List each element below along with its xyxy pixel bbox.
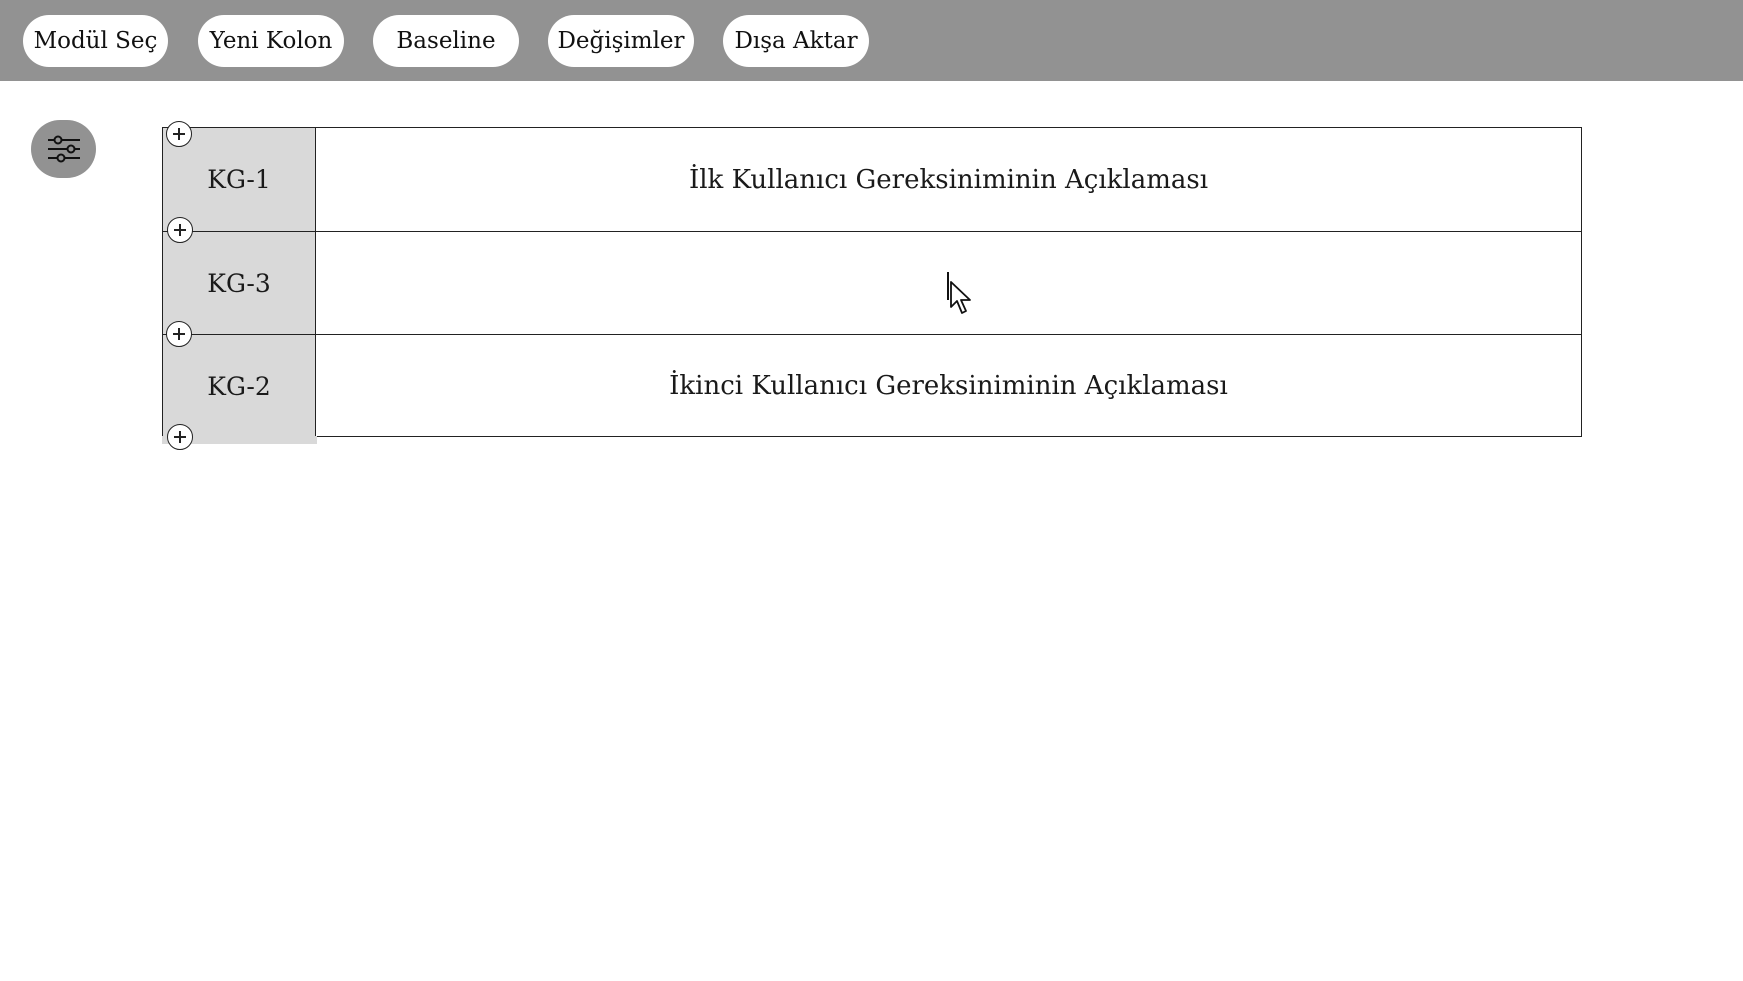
plus-circle-icon <box>173 128 185 140</box>
add-row-button[interactable] <box>166 121 192 147</box>
requirement-id-cell[interactable]: KG-2 <box>163 335 316 437</box>
settings-button[interactable] <box>31 120 96 178</box>
table-row: KG-1 İlk Kullanıcı Gereksiniminin Açıkla… <box>163 128 1581 231</box>
add-row-button[interactable] <box>166 321 192 347</box>
requirement-description-cell[interactable]: İkinci Kullanıcı Gereksiniminin Açıklama… <box>316 335 1581 437</box>
table-row: KG-2 İkinci Kullanıcı Gereksiniminin Açı… <box>163 334 1581 437</box>
toolbar: Modül Seç Yeni Kolon Baseline Değişimler… <box>0 0 1743 81</box>
mouse-pointer-icon <box>950 281 971 314</box>
add-row-button[interactable] <box>167 424 193 450</box>
requirement-description-cell[interactable]: İlk Kullanıcı Gereksiniminin Açıklaması <box>316 128 1581 231</box>
export-button[interactable]: Dışa Aktar <box>723 15 869 67</box>
plus-circle-icon <box>173 328 185 340</box>
requirements-table: KG-1 İlk Kullanıcı Gereksiniminin Açıkla… <box>162 127 1582 437</box>
baseline-button[interactable]: Baseline <box>373 15 519 67</box>
plus-circle-icon <box>174 224 186 236</box>
table-row: KG-3 <box>163 231 1581 334</box>
requirement-id-cell[interactable]: KG-3 <box>163 232 316 334</box>
changes-button[interactable]: Değişimler <box>548 15 694 67</box>
plus-circle-icon <box>174 431 186 443</box>
add-row-button[interactable] <box>167 217 193 243</box>
select-module-button[interactable]: Modül Seç <box>23 15 168 67</box>
sliders-icon <box>47 135 80 163</box>
new-column-button[interactable]: Yeni Kolon <box>198 15 344 67</box>
